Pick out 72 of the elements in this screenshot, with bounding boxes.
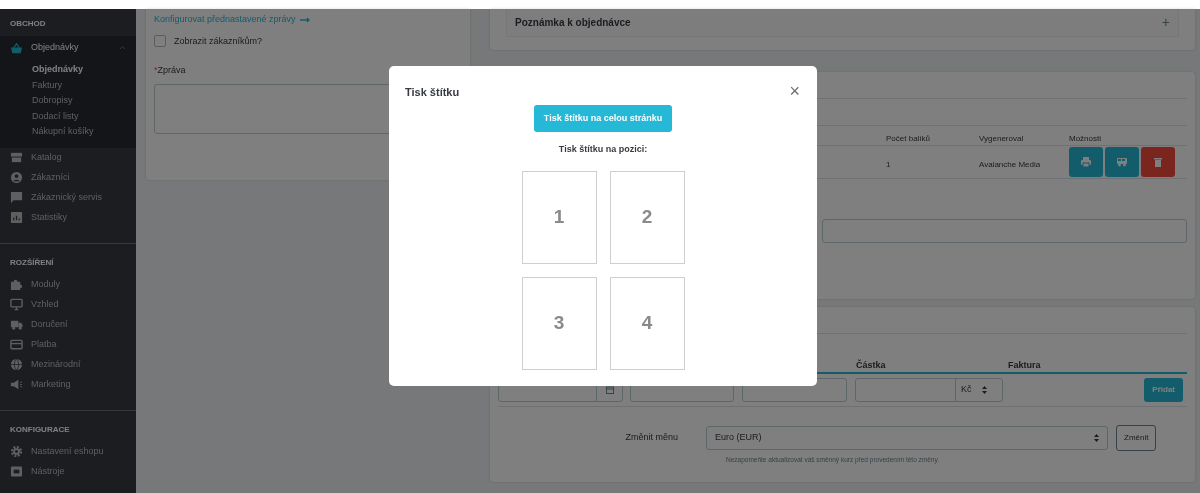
label-position[interactable]: 1 bbox=[521, 170, 597, 264]
arrow-right-icon bbox=[299, 16, 311, 23]
sidebar-item[interactable]: Zákazníci bbox=[0, 167, 136, 188]
basket-icon bbox=[10, 41, 23, 55]
chat-icon bbox=[10, 191, 23, 204]
submenu-item[interactable]: Dodací listy bbox=[0, 108, 136, 124]
dialog-subtitle: Tisk štítku na pozici: bbox=[558, 143, 648, 156]
puzzle-icon bbox=[10, 278, 23, 291]
monitor-icon bbox=[10, 298, 23, 311]
chart-icon bbox=[10, 211, 23, 224]
printer-button[interactable] bbox=[1069, 147, 1103, 177]
submenu-item[interactable]: Faktury bbox=[0, 77, 136, 93]
globe-icon bbox=[10, 358, 23, 371]
sidebar-item[interactable]: Objednávky bbox=[0, 36, 136, 60]
add-button[interactable]: Přidat bbox=[1144, 378, 1183, 402]
currency-select[interactable]: Euro (EUR) bbox=[706, 426, 1108, 450]
change-button[interactable]: Změnit bbox=[1116, 425, 1157, 451]
label-position[interactable]: 3 bbox=[521, 276, 597, 370]
section-title: KONFIGURACE bbox=[9, 423, 71, 436]
text-field[interactable] bbox=[822, 219, 1187, 243]
label-position[interactable]: 2 bbox=[609, 170, 685, 264]
truck-icon bbox=[10, 318, 23, 331]
truck-button[interactable] bbox=[1105, 147, 1139, 177]
submenu-item[interactable]: Objednávky bbox=[0, 62, 136, 78]
currency-select[interactable]: Kč bbox=[955, 379, 1002, 401]
section-title: OBCHOD bbox=[9, 18, 47, 30]
sidebar-item[interactable]: Moduly bbox=[0, 274, 136, 295]
close-button[interactable]: × bbox=[789, 82, 800, 101]
storefront-icon bbox=[10, 151, 23, 164]
note-panel[interactable]: Poznámka k objednávce + bbox=[506, 9, 1179, 37]
calendar-icon bbox=[605, 386, 614, 394]
checkbox[interactable] bbox=[154, 35, 166, 48]
column-header: Počet balíků bbox=[886, 133, 931, 143]
amount-field[interactable]: Kč bbox=[855, 378, 1003, 402]
column-header: Možnosti bbox=[1069, 133, 1101, 143]
printer-icon bbox=[1081, 157, 1091, 167]
user-icon bbox=[10, 171, 23, 184]
table-cell: 1 bbox=[886, 160, 891, 169]
trash-button[interactable] bbox=[1141, 147, 1175, 177]
sidebar-item[interactable]: Statistiky bbox=[0, 207, 136, 228]
sidebar-item[interactable]: Vzhled bbox=[0, 294, 136, 315]
truck-icon bbox=[1117, 157, 1127, 167]
sidebar-item[interactable]: Mezinárodní bbox=[0, 354, 136, 375]
label-position[interactable]: 4 bbox=[609, 276, 685, 370]
trash-icon bbox=[1153, 157, 1163, 167]
note-title: Poznámka k objednávce bbox=[515, 16, 631, 30]
configure-messages-link[interactable]: Konfigurovat přednastavené zprávy bbox=[154, 13, 296, 27]
column-header: Vygeneroval bbox=[979, 133, 1024, 143]
print-full-page-button[interactable]: Tisk štítku na celou stránku bbox=[533, 104, 673, 132]
checkbox-label: Zobrazit zákazníkům? bbox=[174, 34, 263, 48]
message-label: *Zpráva bbox=[154, 65, 186, 75]
sort-caret-icon bbox=[1094, 434, 1099, 442]
megaphone-icon bbox=[10, 378, 23, 391]
sidebar-item[interactable]: Nástroje bbox=[0, 461, 136, 482]
change-currency-label: Změnit měnu bbox=[624, 431, 679, 445]
sidebar-item[interactable]: Nastavení eshopu bbox=[0, 441, 136, 462]
sidebar-item[interactable]: Doručení bbox=[0, 314, 136, 335]
column-header: Faktura bbox=[1008, 360, 1041, 370]
sidebar-item[interactable]: Marketing bbox=[0, 374, 136, 395]
sidebar-item[interactable]: Platba bbox=[0, 334, 136, 355]
credit-card-icon bbox=[10, 338, 23, 351]
section-title: ROZŠÍŘENÍ bbox=[9, 256, 55, 269]
column-header: Částka bbox=[856, 360, 886, 370]
toolbox-icon bbox=[10, 465, 23, 478]
sidebar-item[interactable]: Zákaznický servis bbox=[0, 187, 136, 208]
submenu-item[interactable]: Dobropisy bbox=[0, 93, 136, 109]
dialog-title: Tisk štítku bbox=[405, 85, 460, 100]
sort-caret-icon bbox=[981, 386, 987, 394]
submenu-item[interactable]: Nákupní košíky bbox=[0, 124, 136, 140]
table-cell: Avalanche Media bbox=[979, 160, 1041, 169]
expand-toggle[interactable]: + bbox=[1161, 12, 1170, 33]
settings-icon bbox=[10, 445, 23, 458]
